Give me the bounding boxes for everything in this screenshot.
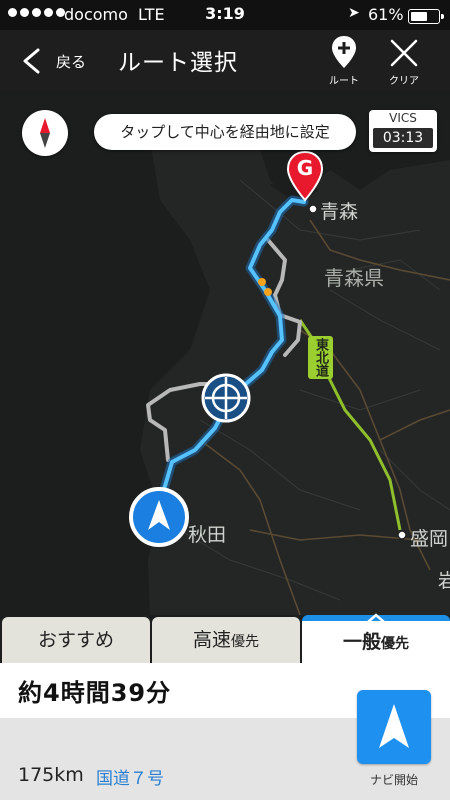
back-button[interactable]: 戻る [14,40,104,80]
tab-general-priority[interactable]: 一般優先 [302,613,450,663]
map-label-partial: 岩 [438,570,450,592]
map-view[interactable]: G 青森 青森県 秋田 盛岡 岩 東北道 タップして中心を経由地に設定 VICS… [0,90,450,615]
add-route-button[interactable]: ルート [322,34,366,87]
map-label-aomori-city: 青森 [320,201,359,223]
clear-button[interactable]: クリア [380,34,428,87]
map-label-morioka-city: 盛岡 [410,528,449,550]
page-title: ルート選択 [118,50,238,76]
chevron-up-icon [366,613,386,623]
navigation-arrow-icon [379,704,409,748]
tab-label: おすすめ [37,629,114,651]
tab-label: 高速 [192,629,231,651]
map-label-aomori-pref: 青森県 [324,266,384,290]
nav-header: 戻る ルート選択 ルート クリア [0,30,450,90]
pin-plus-icon [332,36,356,68]
waypoint-hint[interactable]: タップして中心を経由地に設定 [94,114,356,150]
start-navigation-label: ナビ開始 [369,773,418,787]
start-navigation-button[interactable] [357,690,431,764]
vics-label: VICS [389,111,417,125]
status-bar: docomo LTE 3:19 ➤ 61% [0,0,450,30]
route-button-label: ルート [329,76,359,87]
close-icon [390,39,418,67]
route-distance: 175km [18,764,84,786]
map-label-akita-city: 秋田 [188,524,227,546]
compass-button[interactable] [22,110,68,156]
tab-suffix: 優先 [381,636,409,652]
vics-badge[interactable]: VICS 03:13 [369,110,437,152]
goal-marker[interactable]: G [285,150,325,202]
crosshair-icon [201,373,251,423]
route-type-tabs: おすすめ 高速優先 一般優先 [0,613,450,663]
battery-icon [408,9,444,24]
current-location-icon[interactable] [128,486,190,548]
back-label: 戻る [56,53,87,71]
expressway-label: 東北道 [308,336,333,379]
battery-percent: 61% [368,5,404,24]
route-road-name: 国道７号 [96,769,164,789]
tab-label: 一般 [342,631,381,653]
chevron-left-icon [23,48,40,74]
compass-icon [40,118,50,148]
goal-marker-label: G [296,156,314,180]
clear-button-label: クリア [389,76,419,87]
location-arrow-icon: ➤ [348,5,360,21]
route-duration: 約4時間39分 [18,679,172,707]
vics-time: 03:13 [373,128,433,148]
tab-highway-priority[interactable]: 高速優先 [152,617,300,663]
tab-recommended[interactable]: おすすめ [2,617,150,663]
battery-fill [411,12,427,21]
tab-suffix: 優先 [231,634,259,650]
